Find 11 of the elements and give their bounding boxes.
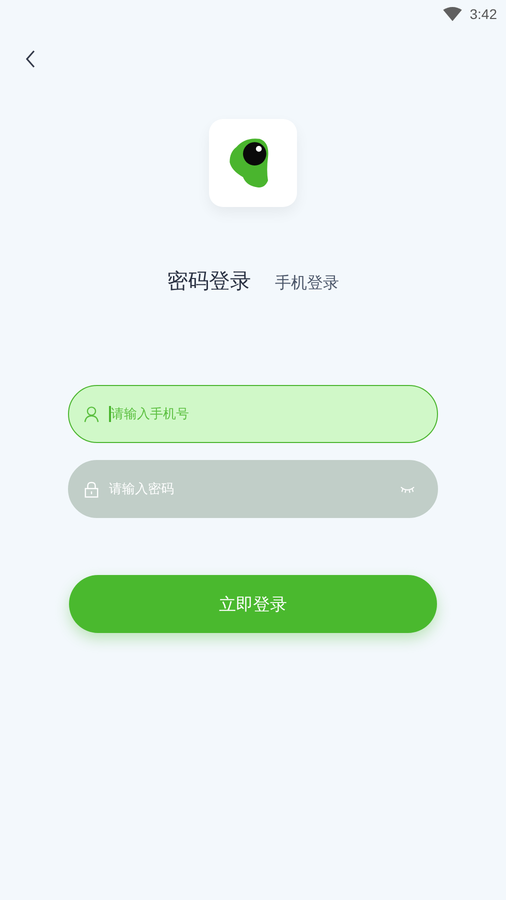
user-icon bbox=[84, 406, 99, 422]
closed-eye-icon bbox=[400, 485, 415, 493]
phone-field[interactable]: 请输入手机号 bbox=[111, 406, 415, 422]
password-field[interactable]: 请输入密码 bbox=[109, 482, 390, 496]
status-time: 3:42 bbox=[470, 6, 497, 22]
lock-icon bbox=[84, 480, 99, 498]
text-cursor bbox=[109, 406, 111, 422]
login-tab[interactable]: 密码登录 bbox=[167, 267, 251, 295]
wifi-icon bbox=[442, 6, 462, 22]
back-icon bbox=[26, 50, 36, 68]
login-tab[interactable]: 手机登录 bbox=[275, 273, 339, 294]
